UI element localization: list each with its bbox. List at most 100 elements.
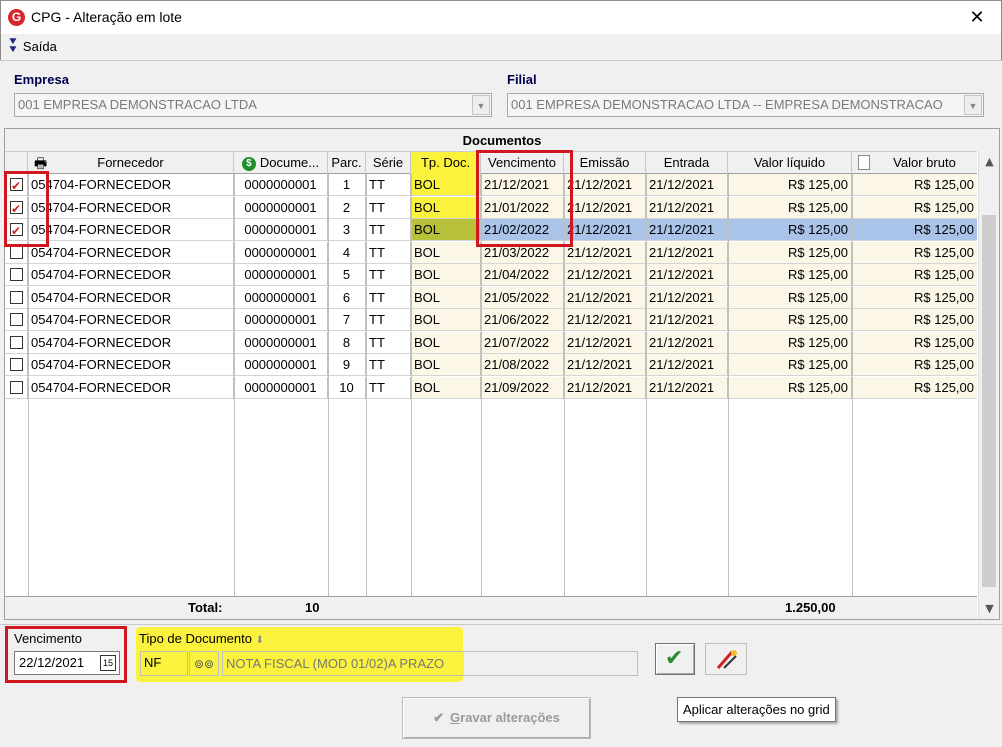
- scroll-down-icon[interactable]: ▼: [979, 599, 1000, 619]
- printer-icon: 🖶: [34, 155, 48, 171]
- cell-fornecedor: 054704-FORNECEDOR: [28, 196, 234, 219]
- header-valor-liquido[interactable]: Valor líquido: [728, 152, 852, 174]
- clear-button[interactable]: [705, 643, 747, 675]
- cell-valor-liquido: R$ 125,00: [728, 219, 852, 241]
- cell-parc: 10: [328, 376, 366, 399]
- cell-valor-liquido: R$ 125,00: [728, 264, 852, 286]
- row-checkbox[interactable]: [10, 290, 23, 304]
- row-checkbox[interactable]: [10, 176, 23, 195]
- table-row[interactable]: 054704-FORNECEDOR 0000000001 5 TT BOL 21/04/2…: [5, 264, 977, 286]
- header-fornecedor[interactable]: 🖶 Fornecedor: [28, 152, 234, 174]
- row-checkbox[interactable]: [10, 358, 23, 371]
- cell-valor-liquido: R$ 125,00: [728, 174, 852, 196]
- cell-entrada: 21/12/2021: [646, 219, 728, 241]
- scroll-thumb[interactable]: [982, 215, 996, 587]
- empresa-select[interactable]: 001 EMPRESA DEMONSTRACAO LTDA ▼: [14, 93, 492, 117]
- cell-documento: 0000000001: [234, 219, 328, 241]
- cell-valor-bruto: R$ 125,00: [852, 286, 977, 309]
- menu-exit[interactable]: ▼ ▼ Saída: [7, 37, 57, 55]
- cell-tpdoc: BOL: [411, 174, 481, 196]
- cell-fornecedor: 054704-FORNECEDOR: [28, 354, 234, 376]
- cell-serie: TT: [366, 219, 411, 241]
- row-checkbox[interactable]: [10, 199, 23, 218]
- header-documento[interactable]: $ Docume...: [234, 152, 328, 174]
- row-checkbox[interactable]: [10, 221, 23, 240]
- dollar-icon: $: [241, 156, 256, 171]
- filial-select[interactable]: 001 EMPRESA DEMONSTRACAO LTDA -- EMPRESA…: [507, 93, 984, 117]
- down-arrow-icon: ⬇: [255, 635, 264, 646]
- cell-vencimento: 21/02/2022: [481, 219, 564, 241]
- header-tpdoc[interactable]: Tp. Doc.: [411, 152, 481, 174]
- menu-exit-label: Saída: [22, 38, 57, 54]
- row-check-cell: [5, 219, 28, 241]
- cell-parc: 8: [328, 331, 366, 354]
- row-checkbox[interactable]: [10, 268, 23, 281]
- cell-serie: TT: [366, 196, 411, 219]
- cell-tpdoc: BOL: [411, 196, 481, 219]
- calendar-icon[interactable]: 15: [100, 655, 116, 671]
- table-row[interactable]: 054704-FORNECEDOR 0000000001 7 TT BOL 21/06/2…: [5, 309, 977, 331]
- header-parc[interactable]: Parc.: [328, 152, 366, 174]
- row-check-cell: [5, 264, 28, 286]
- cell-vencimento: 21/06/2022: [481, 309, 564, 331]
- cell-valor-liquido: R$ 125,00: [728, 241, 852, 264]
- cell-fornecedor: 054704-FORNECEDOR: [28, 264, 234, 286]
- table-row[interactable]: 054704-FORNECEDOR 0000000001 6 TT BOL 21/05/2…: [5, 286, 977, 309]
- tipo-descricao-field: NOTA FISCAL (MOD 01/02)A PRAZO: [222, 651, 638, 676]
- cell-serie: TT: [366, 354, 411, 376]
- row-checkbox[interactable]: [10, 313, 23, 326]
- header-emissao[interactable]: Emissão: [564, 152, 646, 174]
- cell-serie: TT: [366, 331, 411, 354]
- table-row[interactable]: 054704-FORNECEDOR 0000000001 9 TT BOL 21/08/2…: [5, 354, 977, 376]
- header-vencimento[interactable]: Vencimento: [481, 152, 564, 174]
- vencimento-label: Vencimento: [14, 631, 82, 646]
- cell-documento: 0000000001: [234, 241, 328, 264]
- check-icon: ✔: [433, 710, 445, 725]
- cell-entrada: 21/12/2021: [646, 309, 728, 331]
- total-label: Total:: [188, 600, 223, 615]
- cell-entrada: 21/12/2021: [646, 376, 728, 399]
- table-row[interactable]: 054704-FORNECEDOR00000000011TTBOL21/12/2…: [5, 174, 977, 196]
- row-check-cell: [5, 331, 28, 354]
- save-changes-button[interactable]: ✔ Gravar alterações: [402, 697, 591, 739]
- table-row[interactable]: 054704-FORNECEDOR 0000000001 4 TT BOL 21/03/2…: [5, 241, 977, 264]
- apply-changes-button[interactable]: ✔: [655, 643, 695, 675]
- table-row[interactable]: 054704-FORNECEDOR00000000012TTBOL21/01/2…: [5, 196, 977, 219]
- filial-value: 001 EMPRESA DEMONSTRACAO LTDA -- EMPRESA…: [511, 97, 943, 112]
- cell-entrada: 21/12/2021: [646, 241, 728, 264]
- cell-tpdoc: BOL: [411, 354, 481, 376]
- row-checkbox[interactable]: [10, 380, 23, 394]
- binoculars-icon[interactable]: ⊚⊚: [189, 651, 219, 676]
- table-row[interactable]: 054704-FORNECEDOR 0000000001 8 TT BOL 21/07/2…: [5, 331, 977, 354]
- cell-fornecedor: 054704-FORNECEDOR: [28, 174, 234, 196]
- header-check[interactable]: [5, 152, 28, 174]
- table-row[interactable]: 054704-FORNECEDOR 0000000001 10 TT BOL 21/09/…: [5, 376, 977, 399]
- dropdown-arrow-icon[interactable]: ▼: [964, 95, 982, 115]
- cell-valor-bruto: R$ 125,00: [852, 376, 977, 399]
- header-entrada[interactable]: Entrada: [646, 152, 728, 174]
- grid-caption: Documentos: [5, 129, 999, 151]
- scroll-up-icon[interactable]: ▲: [979, 152, 1000, 172]
- eraser-icon: [716, 650, 737, 669]
- grid-scrollbar[interactable]: ▲ ▼: [978, 151, 999, 619]
- header-valor-bruto[interactable]: Valor bruto: [852, 152, 977, 174]
- cell-parc: 5: [328, 264, 366, 286]
- cell-valor-bruto: R$ 125,00: [852, 354, 977, 376]
- cell-fornecedor: 054704-FORNECEDOR: [28, 286, 234, 309]
- cell-tpdoc: BOL: [411, 376, 481, 399]
- row-checkbox[interactable]: [10, 335, 23, 349]
- tipo-codigo-input[interactable]: NF: [140, 651, 188, 676]
- table-row[interactable]: 054704-FORNECEDOR00000000013TTBOL21/02/2…: [5, 219, 977, 241]
- vencimento-date-input[interactable]: 22/12/2021 15: [14, 651, 120, 675]
- cell-emissao: 21/12/2021: [564, 196, 646, 219]
- cell-tpdoc: BOL: [411, 264, 481, 286]
- cell-emissao: 21/12/2021: [564, 376, 646, 399]
- cell-valor-liquido: R$ 125,00: [728, 376, 852, 399]
- header-serie[interactable]: Série: [366, 152, 411, 174]
- cell-emissao: 21/12/2021: [564, 174, 646, 196]
- cell-emissao: 21/12/2021: [564, 264, 646, 286]
- dropdown-arrow-icon[interactable]: ▼: [472, 95, 490, 115]
- cell-documento: 0000000001: [234, 376, 328, 399]
- row-checkbox[interactable]: [10, 245, 23, 259]
- close-button[interactable]: ✕: [963, 5, 991, 31]
